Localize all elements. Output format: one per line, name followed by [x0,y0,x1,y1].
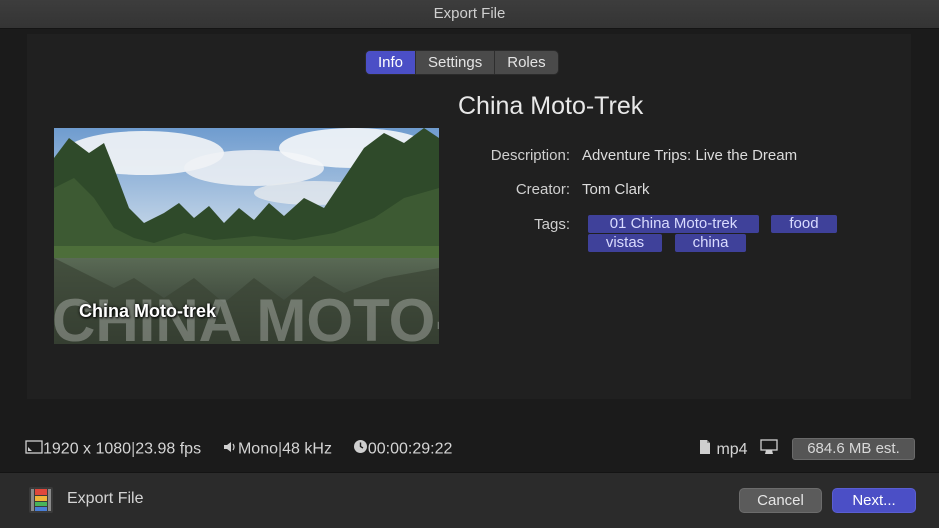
footer-label: Export File [67,490,144,507]
size-estimate-badge: 684.6 MB est. [792,438,915,460]
format-info: mp4 [698,439,778,459]
format-value: mp4 [716,441,748,459]
project-thumbnail: CHINA MOTO-TREK China Moto-trek [54,128,439,344]
tag-item[interactable]: china [675,234,746,252]
tags-label: Tags: [534,216,570,233]
tab-info[interactable]: Info [366,51,417,74]
description-label: Description: [490,147,570,164]
export-file-icon [29,487,53,518]
creator-label: Creator: [515,181,570,198]
resolution-icon [25,439,43,460]
next-button[interactable]: Next... [832,488,916,513]
audio-channels-value: Mono [237,440,278,458]
media-info-bar: 1920 x 1080|23.98 fps Mono|48 kHz 00:00:… [25,439,452,459]
duration-value: 00:00:29:22 [367,440,453,458]
tab-settings[interactable]: Settings [416,51,496,74]
project-title: China Moto-Trek [458,92,644,120]
tab-bar: Info Settings Roles [365,50,559,75]
thumbnail-caption: China Moto-trek [79,301,216,321]
display-icon [760,439,778,461]
clock-icon [353,439,368,460]
window-title: Export File [0,0,939,29]
creator-value[interactable]: Tom Clark [582,181,650,198]
cancel-button[interactable]: Cancel [739,488,822,513]
description-value[interactable]: Adventure Trips: Live the Dream [582,147,797,164]
speaker-icon [222,440,238,460]
sample-rate-value: 48 kHz [282,440,332,458]
resolution-value: 1920 x 1080 [43,440,132,458]
document-icon [698,439,712,461]
tag-item[interactable]: 01 China Moto-trek [588,215,759,233]
tab-roles[interactable]: Roles [495,51,557,74]
tag-item[interactable]: food [771,215,837,233]
tag-item[interactable]: vistas [588,234,662,252]
frame-rate-value: 23.98 fps [135,440,202,458]
